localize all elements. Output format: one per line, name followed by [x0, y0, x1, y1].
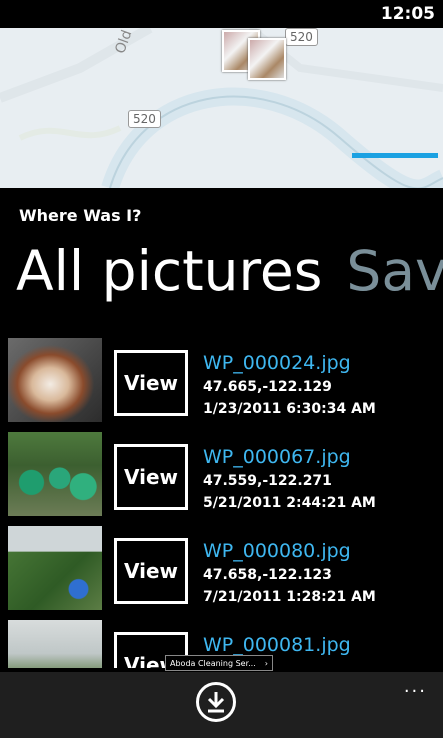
highway-label-2: 520 — [285, 28, 318, 46]
coordinates: 47.658,-122.123 — [203, 567, 332, 583]
app-bar: ... — [0, 672, 443, 738]
highway-label-1: 520 — [128, 110, 161, 128]
map-photo-pin[interactable] — [248, 38, 286, 80]
photo-thumbnail[interactable] — [8, 432, 102, 516]
photo-thumbnail[interactable] — [8, 338, 102, 422]
map-view[interactable]: Old 520 520 — [0, 28, 443, 188]
view-button[interactable]: View — [114, 350, 188, 416]
view-button[interactable]: View — [114, 538, 188, 604]
app-title: Where Was I? — [19, 206, 142, 225]
ad-banner[interactable]: Aboda Cleaning Ser... › — [165, 655, 273, 671]
timestamp: 7/21/2011 1:28:21 AM — [203, 589, 376, 605]
pivot-item-saved[interactable]: Sav — [346, 239, 443, 303]
list-item[interactable]: View WP_000024.jpg 47.665,-122.129 1/23/… — [0, 338, 443, 430]
timestamp: 5/21/2011 2:44:21 AM — [203, 495, 376, 511]
file-name[interactable]: WP_000024.jpg — [203, 352, 351, 374]
coordinates: 47.665,-122.129 — [203, 379, 332, 395]
file-name[interactable]: WP_000080.jpg — [203, 540, 351, 562]
pivot-item-all-pictures[interactable]: All pictures — [16, 239, 322, 303]
coordinates: 47.559,-122.271 — [203, 473, 332, 489]
list-item[interactable]: View WP_000080.jpg 47.658,-122.123 7/21/… — [0, 526, 443, 618]
timestamp: 1/23/2011 6:30:34 AM — [203, 401, 376, 417]
photo-thumbnail[interactable] — [8, 526, 102, 610]
view-button[interactable]: View — [114, 444, 188, 510]
map-indicator-bar — [352, 153, 438, 158]
status-bar: 12:05 — [0, 0, 443, 28]
clock: 12:05 — [380, 4, 435, 24]
pivot-header[interactable]: All pictures Sav — [16, 240, 443, 302]
list-item[interactable]: View WP_000067.jpg 47.559,-122.271 5/21/… — [0, 432, 443, 524]
ad-banner-text: Aboda Cleaning Ser... — [170, 659, 256, 668]
chevron-right-icon: › — [264, 659, 268, 668]
pictures-list[interactable]: View WP_000024.jpg 47.665,-122.129 1/23/… — [0, 338, 443, 668]
file-name[interactable]: WP_000081.jpg — [203, 634, 351, 656]
photo-thumbnail[interactable] — [8, 620, 102, 668]
download-icon[interactable] — [196, 682, 236, 722]
file-name[interactable]: WP_000067.jpg — [203, 446, 351, 468]
more-options-icon[interactable]: ... — [404, 676, 427, 697]
